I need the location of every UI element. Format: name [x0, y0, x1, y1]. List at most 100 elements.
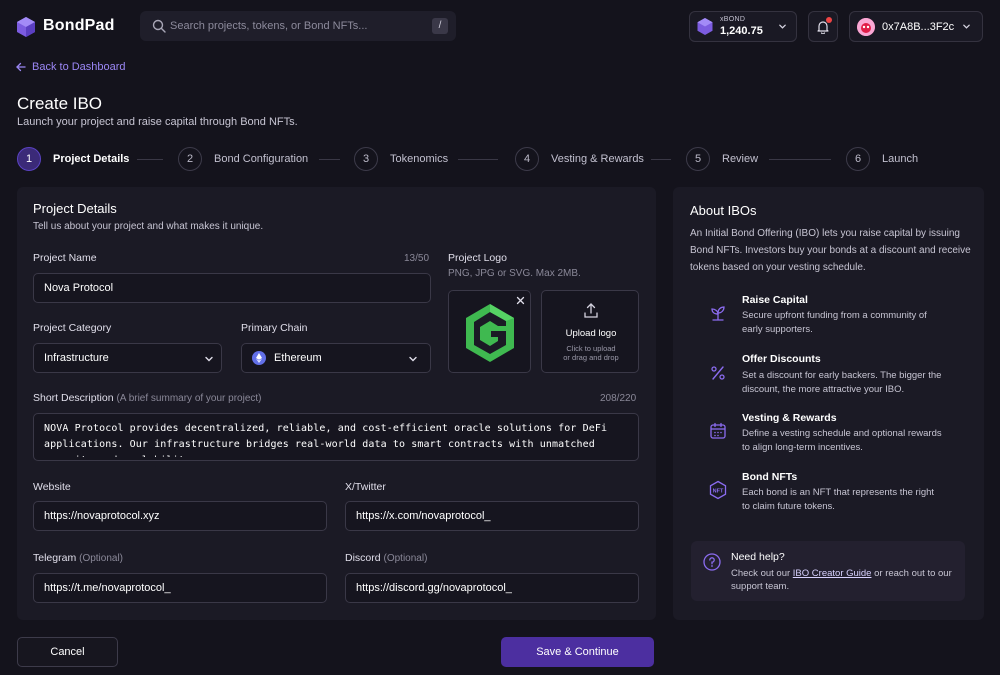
page-subtitle: Launch your project and raise capital th…: [17, 116, 298, 128]
svg-text:NFT: NFT: [713, 489, 724, 495]
card-subtitle: Tell us about your project and what make…: [33, 221, 264, 232]
step-5-label[interactable]: Review: [722, 153, 758, 165]
short-description-label-text: Short Description: [33, 392, 114, 404]
help-title: Need help?: [731, 551, 785, 563]
step-3-label[interactable]: Tokenomics: [390, 153, 448, 165]
twitter-input[interactable]: [356, 502, 628, 530]
help-circle-icon: [703, 553, 721, 571]
search-input[interactable]: [170, 11, 420, 41]
step-2-number[interactable]: 2: [178, 147, 202, 171]
short-description-counter: 208/220: [600, 393, 637, 404]
save-continue-button[interactable]: Save & Continue: [501, 637, 654, 667]
seedling-icon: [711, 306, 725, 321]
step-connector: [769, 159, 831, 160]
primary-chain-value: Ethereum: [274, 352, 322, 364]
balance-amount: 1,240.75: [720, 25, 763, 37]
project-name-field[interactable]: [33, 273, 431, 303]
feature-title: Offer Discounts: [742, 353, 821, 365]
twitter-field[interactable]: [345, 501, 639, 531]
search-bar[interactable]: /: [140, 11, 456, 41]
chevron-down-icon: [205, 356, 213, 362]
xbond-token-icon: [697, 18, 713, 35]
step-3-number[interactable]: 3: [354, 147, 378, 171]
discord-input[interactable]: [356, 574, 628, 602]
search-icon: [152, 19, 166, 33]
card-title: Project Details: [33, 201, 117, 216]
twitter-label: X/Twitter: [345, 481, 386, 493]
project-logo-hint: PNG, JPG or SVG. Max 2MB.: [448, 268, 581, 279]
project-name-label: Project Name: [33, 252, 97, 264]
primary-chain-select[interactable]: Ethereum: [241, 343, 431, 373]
upload-icon: [584, 303, 598, 318]
website-field[interactable]: [33, 501, 327, 531]
back-to-dashboard-link[interactable]: Back to Dashboard: [16, 61, 126, 73]
search-shortcut-key: /: [432, 18, 448, 34]
project-category-select[interactable]: Infrastructure: [33, 343, 222, 373]
percent-icon: [711, 366, 725, 380]
telegram-field[interactable]: [33, 573, 327, 603]
upload-logo-hint-2: or drag and drop: [563, 353, 619, 362]
remove-logo-icon[interactable]: [516, 296, 525, 305]
website-input[interactable]: [44, 502, 316, 530]
discord-label-text: Discord: [345, 552, 381, 564]
back-link-label: Back to Dashboard: [32, 61, 126, 73]
ibo-creator-guide-link[interactable]: IBO Creator Guide: [793, 568, 872, 579]
short-description-textarea[interactable]: NOVA Protocol provides decentralized, re…: [44, 421, 628, 457]
token-balance-dropdown[interactable]: xBOND 1,240.75: [689, 11, 797, 42]
wallet-dropdown[interactable]: 0x7A8B...3F2c: [849, 11, 983, 42]
primary-chain-label: Primary Chain: [241, 322, 308, 334]
balance-token-label: xBOND: [720, 16, 746, 23]
feature-title: Vesting & Rewards: [742, 412, 837, 424]
step-1-number[interactable]: 1: [17, 147, 41, 171]
telegram-label: Telegram (Optional): [33, 552, 123, 564]
website-label: Website: [33, 481, 71, 493]
app-name[interactable]: BondPad: [43, 17, 115, 35]
chevron-down-icon: [963, 24, 970, 29]
step-6-number[interactable]: 6: [846, 147, 870, 171]
step-connector: [319, 159, 340, 160]
cancel-button[interactable]: Cancel: [17, 637, 118, 667]
feature-description: Set a discount for early backers. The bi…: [742, 370, 942, 395]
upload-logo-hint-1: Click to upload: [566, 344, 616, 353]
bondpad-logo-icon: [17, 17, 35, 37]
feature-title: Raise Capital: [742, 294, 808, 306]
about-description: An Initial Bond Offering (IBO) lets you …: [690, 228, 971, 273]
discord-field[interactable]: [345, 573, 639, 603]
arrow-left-icon: [16, 62, 26, 72]
discord-optional: (Optional): [383, 553, 428, 564]
step-4-label[interactable]: Vesting & Rewards: [551, 153, 644, 165]
feature-title: Bond NFTs: [742, 471, 798, 483]
wallet-address: 0x7A8B...3F2c: [882, 21, 955, 33]
nova-protocol-logo: [466, 304, 514, 362]
help-text-before: Check out our: [731, 568, 793, 579]
short-description-hint: (A brief summary of your project): [116, 393, 262, 404]
notifications-button[interactable]: [808, 11, 838, 42]
project-category-value: Infrastructure: [44, 352, 109, 364]
telegram-input[interactable]: [44, 574, 316, 602]
short-description-field[interactable]: NOVA Protocol provides decentralized, re…: [33, 413, 639, 461]
help-box: Need help? Check out our IBO Creator Gui…: [691, 541, 965, 601]
ethereum-icon: [252, 351, 266, 365]
project-logo-preview: [448, 290, 531, 373]
project-name-input[interactable]: [44, 274, 420, 302]
telegram-optional: (Optional): [79, 553, 124, 564]
step-6-label[interactable]: Launch: [882, 153, 918, 165]
notification-badge: [826, 17, 832, 23]
chevron-down-icon: [779, 24, 786, 29]
chevron-down-icon: [409, 356, 417, 362]
step-5-number[interactable]: 5: [686, 147, 710, 171]
project-logo-label: Project Logo: [448, 252, 507, 264]
project-details-card: Project Details Tell us about your proje…: [17, 187, 656, 620]
telegram-label-text: Telegram: [33, 552, 77, 564]
feature-description: Each bond is an NFT that represents the …: [742, 487, 935, 512]
step-1-label[interactable]: Project Details: [53, 153, 129, 165]
step-4-number[interactable]: 4: [515, 147, 539, 171]
step-2-label[interactable]: Bond Configuration: [214, 153, 308, 165]
calendar-icon: [710, 422, 726, 439]
step-connector: [137, 159, 163, 160]
page-title: Create IBO: [17, 94, 103, 113]
discord-label: Discord (Optional): [345, 552, 427, 564]
upload-logo-dropzone[interactable]: Upload logo Click to upload or drag and …: [541, 290, 639, 373]
short-description-label: Short Description (A brief summary of yo…: [33, 392, 262, 404]
project-category-label: Project Category: [33, 322, 112, 334]
